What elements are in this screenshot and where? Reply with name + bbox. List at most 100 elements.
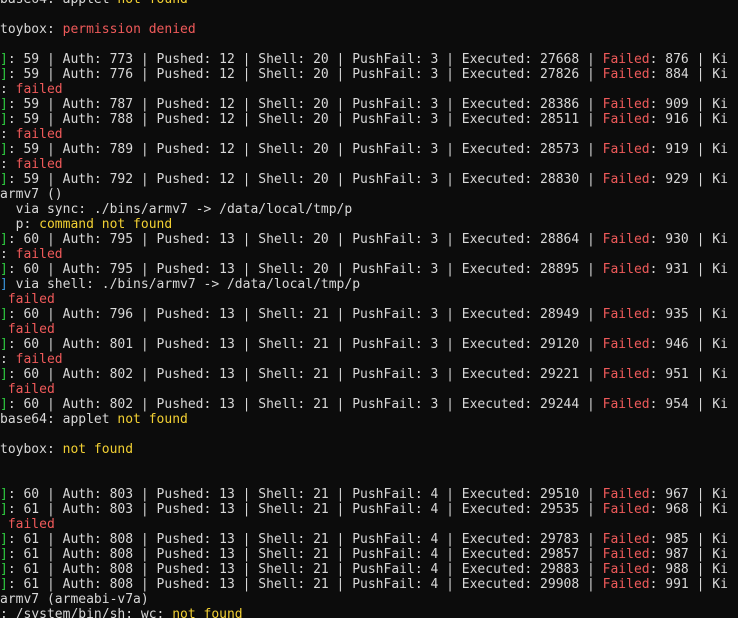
terminal-text: not found (62, 442, 134, 457)
terminal-text: Failed (602, 112, 650, 127)
terminal-text: ] (0, 307, 8, 322)
terminal-text: failed (7, 517, 55, 532)
terminal-line: ]: 61 | Auth: 808 | Pushed: 13 | Shell: … (0, 577, 728, 592)
terminal-text: : 968 | Ki (649, 502, 728, 517)
terminal-line: ]: 61 | Auth: 808 | Pushed: 13 | Shell: … (0, 547, 728, 562)
terminal-line: base64: applet not found (0, 412, 728, 427)
terminal-line: p: command not found (0, 217, 728, 232)
terminal-text: not found (117, 0, 187, 7)
terminal-text: Failed (602, 367, 650, 382)
terminal-text: : 61 | Auth: 808 | Pushed: 13 | Shell: 2… (7, 562, 603, 577)
terminal-text: ] (0, 52, 8, 67)
terminal-text: ] (0, 532, 8, 547)
terminal-text: : 60 | Auth: 795 | Pushed: 13 | Shell: 2… (7, 232, 603, 247)
terminal-text: : 884 | Ki (649, 67, 728, 82)
terminal-text: ] (0, 502, 8, 517)
terminal-text: Failed (602, 337, 650, 352)
terminal-line: ]: 60 | Auth: 796 | Pushed: 13 | Shell: … (0, 307, 728, 322)
terminal-text: : 991 | Ki (649, 577, 728, 592)
terminal-text: : 59 | Auth: 776 | Pushed: 12 | Shell: 2… (7, 67, 603, 82)
terminal-text: ] (0, 142, 8, 157)
terminal-text: : (0, 157, 16, 172)
terminal-output: base64: applet not found toybox: permiss… (0, 0, 728, 618)
terminal-line: armv7 () (0, 187, 728, 202)
terminal-text: Failed (602, 262, 650, 277)
terminal-text: failed (15, 157, 63, 172)
terminal-text: : 60 | Auth: 802 | Pushed: 13 | Shell: 2… (7, 367, 603, 382)
terminal-text: : 60 | Auth: 802 | Pushed: 13 | Shell: 2… (7, 397, 603, 412)
terminal-text: ] (0, 112, 8, 127)
terminal-text: not found (172, 607, 243, 618)
terminal-text: : 930 | Ki (649, 232, 728, 247)
terminal-line: toybox: permission denied (0, 22, 728, 37)
terminal-line: armv7 (armeabi-v7a) (0, 592, 728, 607)
terminal-text: : (0, 127, 16, 142)
terminal-line: ]: 59 | Auth: 789 | Pushed: 12 | Shell: … (0, 142, 728, 157)
terminal-line: ] via shell: ./bins/armv7 -> /data/local… (0, 277, 728, 292)
terminal-text: failed (15, 247, 63, 262)
terminal-text: Failed (602, 502, 650, 517)
terminal-text: : 59 | Auth: 787 | Pushed: 12 | Shell: 2… (7, 97, 603, 112)
terminal-text: : 909 | Ki (649, 97, 728, 112)
terminal-text: via shell: ./bins/armv7 -> /data/local/t… (7, 277, 361, 292)
terminal-text: : 985 | Ki (649, 532, 728, 547)
terminal-line: ]: 61 | Auth: 808 | Pushed: 13 | Shell: … (0, 562, 728, 577)
terminal-text: : 876 | Ki (649, 52, 728, 67)
terminal-line: ]: 59 | Auth: 776 | Pushed: 12 | Shell: … (0, 67, 728, 82)
terminal-text: : 954 | Ki (649, 397, 728, 412)
terminal-text: Failed (602, 532, 650, 547)
terminal-line: : failed (0, 352, 728, 367)
terminal-line: ]: 60 | Auth: 802 | Pushed: 13 | Shell: … (0, 367, 728, 382)
terminal-line: : failed (0, 157, 728, 172)
terminal-line: via sync: ./bins/armv7 -> /data/local/tm… (0, 202, 728, 217)
terminal-line: : failed (0, 82, 728, 97)
terminal-text: : 988 | Ki (649, 562, 728, 577)
terminal-text: not found (117, 412, 188, 427)
terminal-text: failed (15, 352, 63, 367)
terminal-text: toybox: (0, 22, 63, 37)
terminal-text: : 59 | Auth: 773 | Pushed: 12 | Shell: 2… (7, 52, 603, 67)
terminal-text: : (0, 82, 16, 97)
terminal-text: : 931 | Ki (649, 262, 728, 277)
terminal-text: : (0, 352, 16, 367)
terminal-text: : 60 | Auth: 801 | Pushed: 13 | Shell: 2… (7, 337, 603, 352)
terminal-line: : /system/bin/sh: wc: not found (0, 607, 728, 618)
terminal-text: : 946 | Ki (649, 337, 728, 352)
terminal-line: failed (0, 382, 728, 397)
terminal-text: ] (0, 277, 8, 292)
terminal-line: ]: 59 | Auth: 788 | Pushed: 12 | Shell: … (0, 112, 728, 127)
terminal-text: Failed (602, 547, 650, 562)
terminal-line: : failed (0, 127, 728, 142)
terminal-line: ]: 59 | Auth: 773 | Pushed: 12 | Shell: … (0, 52, 728, 67)
terminal-line: failed (0, 322, 728, 337)
terminal-line: : failed (0, 247, 728, 262)
terminal-text: : /system/bin/sh: wc: (0, 607, 173, 618)
terminal-text: : 967 | Ki (649, 487, 728, 502)
terminal-text: : 60 | Auth: 795 | Pushed: 13 | Shell: 2… (7, 262, 603, 277)
terminal-line: toybox: not found (0, 442, 728, 457)
terminal-text: : 60 | Auth: 803 | Pushed: 13 | Shell: 2… (7, 487, 603, 502)
terminal-text: p: (0, 217, 40, 232)
terminal-text: : 987 | Ki (649, 547, 728, 562)
terminal-line: ]: 60 | Auth: 802 | Pushed: 13 | Shell: … (0, 397, 728, 412)
terminal-text: : 61 | Auth: 808 | Pushed: 13 | Shell: 2… (7, 547, 603, 562)
terminal-text: : 935 | Ki (649, 307, 728, 322)
terminal-text: ] (0, 67, 8, 82)
terminal-window[interactable]: base64: applet not found toybox: permiss… (0, 0, 738, 618)
terminal-text: base64: applet (0, 412, 118, 427)
terminal-text: failed (7, 382, 55, 397)
terminal-text: failed (7, 292, 55, 307)
terminal-text: : 61 | Auth: 808 | Pushed: 13 | Shell: 2… (7, 577, 603, 592)
terminal-text: ] (0, 397, 8, 412)
terminal-text: armv7 () (0, 187, 63, 202)
terminal-text: command not found (39, 217, 173, 232)
terminal-text: Failed (602, 307, 650, 322)
terminal-text: Failed (602, 232, 650, 247)
terminal-text: failed (15, 82, 63, 97)
